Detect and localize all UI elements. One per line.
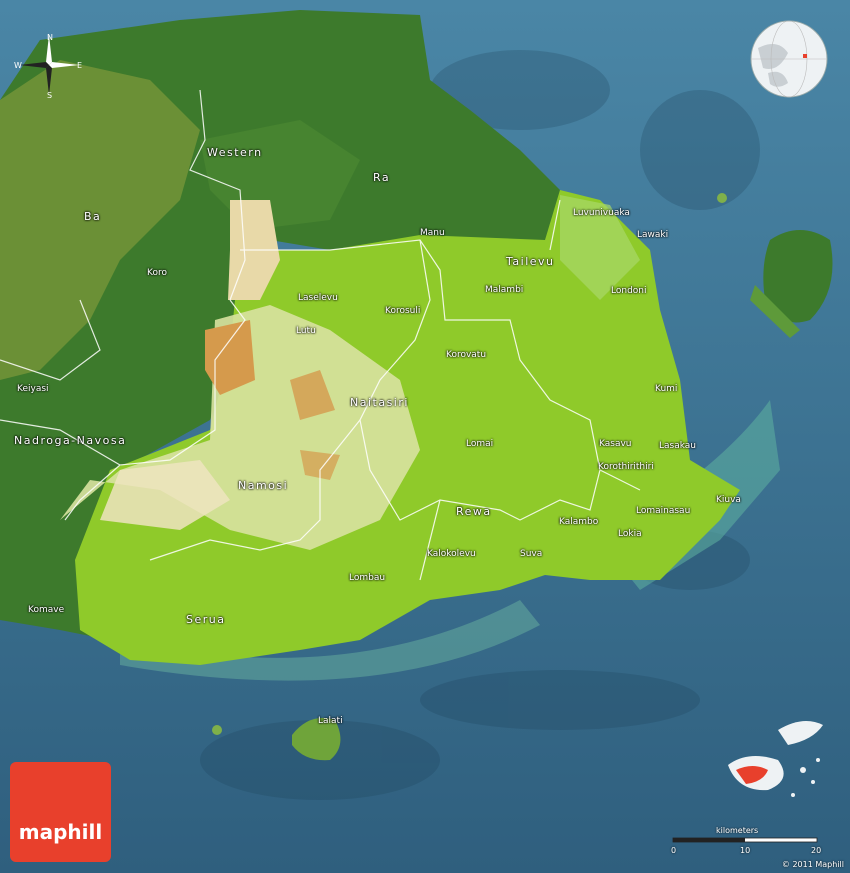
scale-tick-0: 0 bbox=[671, 846, 677, 855]
place-kiuva: Kiuva bbox=[716, 495, 741, 505]
place-kalambo: Kalambo bbox=[559, 517, 599, 527]
compass-icon: N S W E bbox=[14, 33, 82, 100]
region-serua: Serua bbox=[186, 613, 226, 626]
region-ba: Ba bbox=[84, 210, 102, 223]
place-londoni: Londoni bbox=[611, 286, 647, 296]
scale-tick-20: 20 bbox=[811, 846, 822, 855]
scale-tick-10: 10 bbox=[740, 846, 751, 855]
region-tailevu: Tailevu bbox=[506, 255, 555, 268]
region-namosi: Namosi bbox=[238, 479, 289, 492]
logo-text: maphill bbox=[18, 820, 103, 844]
region-rewa: Rewa bbox=[456, 505, 492, 518]
globe-icon bbox=[750, 20, 828, 98]
region-nadroga-navosa: Nadroga-Navosa bbox=[14, 434, 127, 447]
map-view[interactable]: N S W E Western Ra Ba Tailevu Naitasiri … bbox=[0, 0, 850, 873]
copyright: © 2011 Maphill bbox=[781, 860, 844, 869]
place-lokia: Lokia bbox=[618, 529, 642, 539]
compass-rose: N S W E bbox=[14, 30, 84, 100]
place-lutu: Lutu bbox=[296, 326, 316, 336]
region-naitasiri: Naitasiri bbox=[350, 396, 409, 409]
place-kasavu: Kasavu bbox=[599, 439, 632, 449]
place-korothirithiri: Korothirithiri bbox=[598, 462, 654, 472]
place-lawaki: Lawaki bbox=[637, 230, 669, 240]
place-malambi: Malambi bbox=[485, 285, 524, 295]
locator-globe bbox=[748, 18, 830, 100]
maphill-logo[interactable]: maphill bbox=[10, 762, 111, 862]
region-western: Western bbox=[207, 146, 263, 159]
region-ra: Ra bbox=[373, 171, 391, 184]
compass-w: W bbox=[14, 61, 22, 70]
place-lomainasau: Lomainasau bbox=[636, 506, 691, 516]
compass-n: N bbox=[47, 33, 53, 42]
place-suva: Suva bbox=[520, 549, 543, 559]
place-laselevu: Laselevu bbox=[298, 293, 338, 303]
compass-e: E bbox=[77, 61, 82, 70]
place-korovatu: Korovatu bbox=[446, 350, 487, 360]
scale-title: kilometers bbox=[716, 826, 759, 835]
place-lomai: Lomai bbox=[466, 439, 494, 449]
place-lasakau: Lasakau bbox=[659, 441, 697, 451]
place-manu: Manu bbox=[420, 228, 445, 238]
inset-icon bbox=[728, 721, 823, 797]
place-keiyasi: Keiyasi bbox=[17, 384, 49, 394]
place-komave: Komave bbox=[28, 605, 65, 615]
compass-s: S bbox=[47, 91, 52, 100]
inset-map bbox=[718, 710, 840, 820]
place-koro: Koro bbox=[147, 268, 167, 278]
scale-bar: kilometers 0 10 20 bbox=[668, 826, 828, 856]
place-kalokolevu: Kalokolevu bbox=[427, 549, 476, 559]
place-kumi: Kumi bbox=[655, 384, 678, 394]
place-korosuli: Korosuli bbox=[385, 306, 421, 316]
place-lombau: Lombau bbox=[349, 573, 386, 583]
place-lalati: Lalati bbox=[318, 716, 343, 726]
place-luvunivuaka: Luvunivuaka bbox=[573, 208, 630, 218]
